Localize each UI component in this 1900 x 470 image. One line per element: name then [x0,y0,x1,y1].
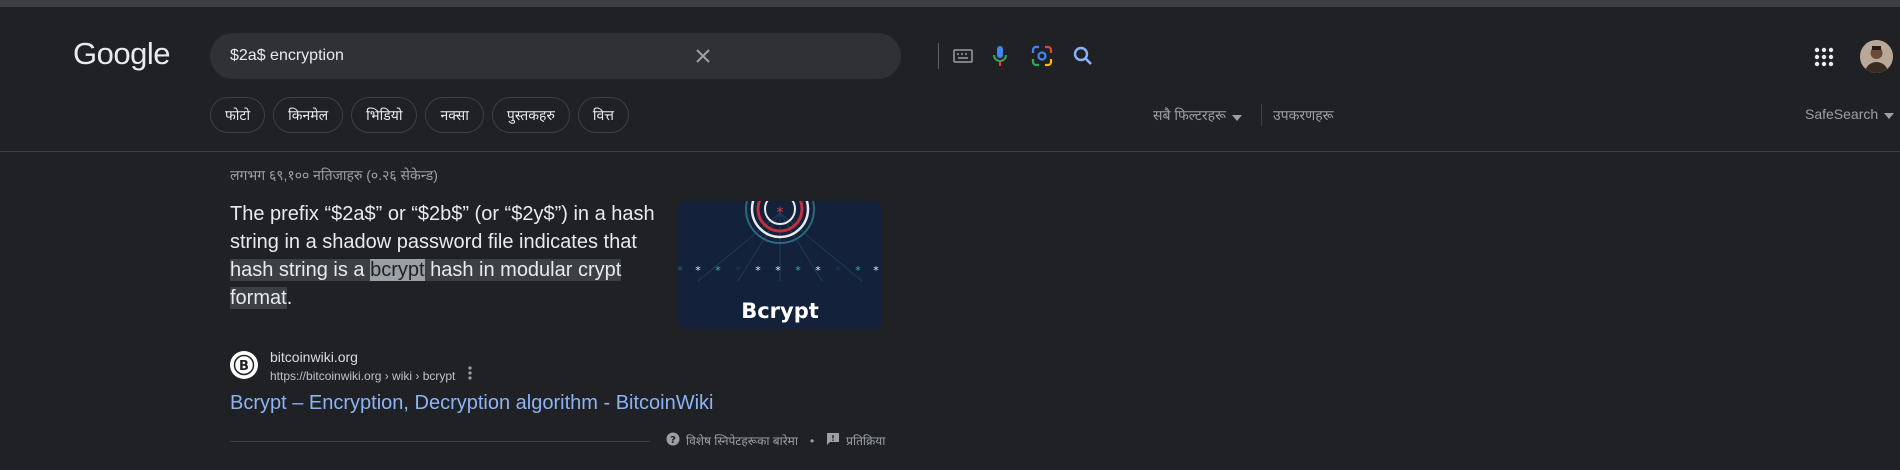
filter-divider [1261,104,1262,126]
svg-text:B: B [239,359,249,374]
search-bar[interactable] [210,33,1092,79]
svg-text:*: * [678,264,683,277]
featured-snippet-text: The prefix “$2a$” or “$2b$” (or “$2y$”) … [230,200,660,312]
clear-icon[interactable] [691,44,715,68]
svg-text:*: * [755,264,761,277]
search-divider [938,43,939,69]
footer-divider [230,441,650,442]
help-icon: ? [666,432,680,449]
chip-books[interactable]: पुस्तकहरु [491,97,570,133]
search-input[interactable] [230,33,690,79]
result-title-link[interactable]: Bcrypt – Encryption, Decryption algorith… [230,392,714,415]
chip-finance[interactable]: वित्त [577,97,629,133]
tools-label: उपकरणहरू [1273,107,1334,123]
chip-videos[interactable]: भिडियो [351,97,418,133]
account-avatar[interactable] [1860,40,1893,73]
svg-text:*: * [815,264,821,277]
snippet-footer: ? विशेष स्निपेटहरूका बारेमा • प्रतिक्रिय… [666,432,885,449]
chevron-down-icon [1884,106,1895,122]
svg-text:*: * [777,205,784,221]
svg-text:*: * [795,264,801,277]
snippet-text: The prefix “$2a$” or “$2b$” (or “$2y$”) … [230,203,655,253]
chip-maps[interactable]: नक्सा [425,97,484,133]
snippet-highlight: hash string is a [230,259,371,281]
svg-text:?: ? [670,435,676,446]
search-chips: फोटो किनमेल भिडियो नक्सा पुस्तकहरु वित्त [210,97,629,133]
search-icon[interactable] [1071,44,1095,68]
feedback-link[interactable]: प्रतिक्रिया [846,432,885,449]
source-url: https://bitcoinwiki.org › wiki › bcrypt [270,369,456,383]
snippet-end: . [286,287,293,309]
svg-text:*: * [695,264,701,277]
tools-button[interactable]: उपकरणहरू [1273,106,1334,125]
safesearch-label: SafeSearch [1805,106,1879,122]
keyboard-icon[interactable] [951,44,975,68]
header-divider [0,151,1900,152]
about-snippets-link[interactable]: विशेष स्निपेटहरूका बारेमा [686,432,798,449]
chevron-down-icon [1231,108,1242,124]
chip-photos[interactable]: फोटो [210,97,266,133]
window-top-strip [0,0,1900,7]
microphone-icon[interactable] [988,44,1012,68]
all-filters-button[interactable]: सबै फिल्टरहरू [1153,106,1242,125]
svg-text:*: * [835,264,841,277]
svg-text:*: * [715,264,721,277]
all-filters-label: सबै फिल्टरहरू [1153,107,1226,123]
result-stats: लगभग ६९,१०० नतिजाहरु (०.२६ सेकेन्ड) [230,167,438,183]
feedback-icon [826,432,840,449]
svg-text:*: * [775,264,781,277]
safesearch-button[interactable]: SafeSearch [1805,106,1895,122]
thumbnail-caption: Bcrypt [741,299,819,323]
more-options-icon[interactable] [468,366,472,382]
chip-shopping[interactable]: किनमेल [273,97,344,133]
bitcoin-favicon-icon: B [230,351,258,379]
svg-text:*: * [735,264,741,277]
source-site-name: bitcoinwiki.org [270,349,358,365]
bcrypt-logo-image: * * * * * * * * * * * * Bcrypt [678,201,879,323]
svg-text:*: * [855,264,861,277]
snippet-thumbnail[interactable]: * * * * * * * * * * * * Bcrypt [678,201,882,329]
apps-grid-icon[interactable] [1812,45,1836,69]
svg-text:*: * [873,264,879,277]
footer-separator: • [809,433,815,448]
lens-icon[interactable] [1030,44,1054,68]
google-logo[interactable]: Google [73,36,170,72]
snippet-highlight-keyword: bcrypt [370,259,425,281]
